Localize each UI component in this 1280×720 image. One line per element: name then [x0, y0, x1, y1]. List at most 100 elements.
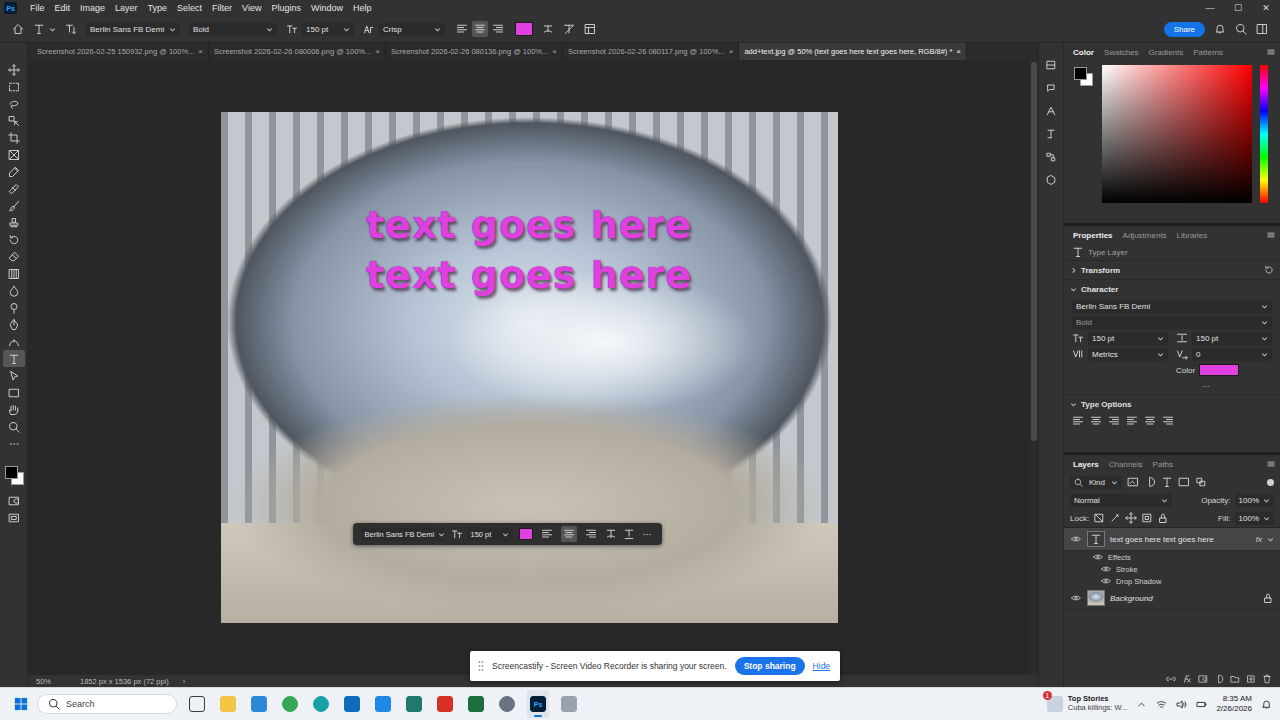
font-size-select[interactable]: 150 pt — [302, 23, 354, 36]
tool-button[interactable] — [3, 367, 25, 384]
app-icon[interactable] — [406, 696, 422, 712]
wifi-icon[interactable] — [1156, 699, 1167, 710]
tool-button[interactable] — [3, 112, 25, 129]
tracking-icon[interactable] — [1176, 348, 1188, 360]
app-icon[interactable] — [344, 696, 360, 712]
filter-image-icon[interactable] — [1127, 476, 1139, 488]
text-options-icon[interactable] — [623, 528, 635, 540]
align-button[interactable] — [539, 526, 555, 542]
kerning-select[interactable]: Metrics — [1088, 348, 1168, 361]
more-button[interactable]: ··· — [641, 529, 654, 539]
more-options-button[interactable]: ··· — [1202, 382, 1210, 391]
document-tab[interactable]: Screenshot 2026-02-26 080117.png @ 100%.… — [563, 43, 739, 60]
taskbar-app[interactable] — [496, 690, 518, 718]
notification-bell-icon[interactable] — [1261, 699, 1272, 710]
speaker-icon[interactable] — [1176, 699, 1187, 710]
menu-item[interactable]: Layer — [110, 3, 143, 13]
reset-icon[interactable] — [1264, 265, 1274, 275]
align-button[interactable] — [583, 526, 599, 542]
app-icon[interactable] — [189, 696, 205, 712]
tool-button[interactable] — [3, 78, 25, 95]
anti-alias-icon[interactable] — [363, 23, 375, 35]
add-style-icon[interactable] — [1182, 674, 1192, 684]
visibility-toggle[interactable] — [1070, 533, 1082, 545]
eye-icon[interactable] — [1071, 534, 1081, 544]
windows-start-icon[interactable] — [14, 697, 28, 711]
delete-layer-icon[interactable] — [1262, 674, 1272, 684]
eyedropper-tool-icon[interactable] — [8, 166, 20, 178]
panel-icon[interactable] — [1045, 59, 1057, 71]
document-tab[interactable]: add+text.jpg @ 50% (text goes here text … — [739, 43, 967, 60]
menu-item[interactable]: Type — [143, 3, 173, 13]
link-layers-icon[interactable] — [1166, 674, 1176, 684]
tool-button[interactable] — [3, 197, 25, 214]
move-tool-icon[interactable] — [8, 64, 20, 76]
taskbar-app[interactable] — [310, 690, 332, 718]
taskbar-app[interactable] — [248, 690, 270, 718]
align-icon[interactable] — [563, 528, 575, 540]
layer-row[interactable]: Background — [1064, 587, 1280, 610]
close-tab-button[interactable]: × — [729, 47, 734, 56]
filter-adjustment-icon[interactable] — [1144, 476, 1156, 488]
vertical-scrollbar[interactable] — [1030, 60, 1038, 675]
news-widget[interactable]: 1 Top Stories Cuba killings: W... — [1047, 695, 1128, 712]
paragraph-align-icon[interactable] — [1108, 415, 1120, 427]
battery-icon[interactable] — [1196, 699, 1207, 710]
align-button[interactable] — [454, 21, 470, 37]
panel-tab[interactable]: Patterns — [1188, 48, 1228, 57]
leading-icon[interactable] — [1176, 332, 1188, 344]
taskbar-app[interactable] — [558, 690, 580, 718]
taskbar-app[interactable] — [403, 690, 425, 718]
anti-alias-select[interactable]: Crisp — [379, 23, 445, 36]
panel-tab[interactable]: Adjustments — [1118, 231, 1172, 240]
lock-paint-icon[interactable] — [1109, 512, 1121, 524]
align-icon[interactable] — [541, 528, 553, 540]
panel-tab[interactable]: Gradients — [1144, 48, 1189, 57]
type-thumbnail-icon[interactable] — [1090, 533, 1102, 545]
eye-icon[interactable] — [1101, 576, 1111, 586]
status-more-button[interactable]: › — [183, 677, 186, 686]
app-icon[interactable] — [313, 696, 329, 712]
eraser-tool-icon[interactable] — [8, 251, 20, 263]
lock-position-icon[interactable] — [1125, 512, 1137, 524]
tracking-select[interactable]: 0 — [1192, 348, 1272, 361]
pen-tool-icon[interactable] — [8, 319, 20, 331]
document-tab[interactable]: Screenshot 2026-02-26 080006.png @ 100%.… — [209, 43, 386, 60]
menu-item[interactable]: Image — [75, 3, 110, 13]
quick-mask-icon[interactable] — [8, 495, 20, 507]
align-button[interactable] — [472, 21, 488, 37]
curvature-tool-icon[interactable] — [8, 336, 20, 348]
panels-icon[interactable] — [584, 23, 596, 35]
app-icon[interactable] — [468, 696, 484, 712]
app-icon[interactable] — [251, 696, 267, 712]
section-header[interactable]: Character — [1064, 279, 1280, 298]
opacity-field[interactable]: 100% — [1235, 494, 1274, 507]
panel-menu-icon[interactable] — [1266, 47, 1276, 57]
tool-button[interactable] — [3, 401, 25, 418]
taskbar-app[interactable] — [434, 690, 456, 718]
kerning-icon[interactable] — [1072, 348, 1084, 360]
hand-tool-icon[interactable] — [8, 404, 20, 416]
menu-item[interactable]: Filter — [207, 3, 237, 13]
panel-tab[interactable]: Color — [1068, 48, 1099, 57]
panel-icon[interactable] — [1045, 82, 1057, 94]
app-icon[interactable]: Ps — [530, 696, 546, 712]
home-icon[interactable] — [12, 23, 24, 35]
window-control[interactable]: ☐ — [1224, 3, 1252, 13]
filter-type-icon[interactable] — [1161, 476, 1173, 488]
lock-all-icon[interactable] — [1157, 512, 1169, 524]
tool-button[interactable] — [3, 129, 25, 146]
document-tab[interactable]: Screenshot 2026-02-25 150932.png @ 100%.… — [32, 43, 209, 60]
foreground-color[interactable] — [5, 466, 18, 479]
taskbar-app[interactable] — [186, 690, 208, 718]
lock-artboard-icon[interactable] — [1141, 512, 1153, 524]
tool-button[interactable] — [3, 418, 25, 435]
menu-item[interactable]: View — [237, 3, 266, 13]
zoom-level[interactable]: 50% — [36, 677, 66, 686]
cancel-icon[interactable] — [563, 23, 575, 35]
align-icon[interactable] — [474, 23, 486, 35]
tool-button[interactable] — [3, 265, 25, 282]
text-color-swatch[interactable] — [1199, 364, 1239, 376]
visibility-toggle[interactable] — [1070, 592, 1082, 604]
tool-button[interactable] — [3, 214, 25, 231]
